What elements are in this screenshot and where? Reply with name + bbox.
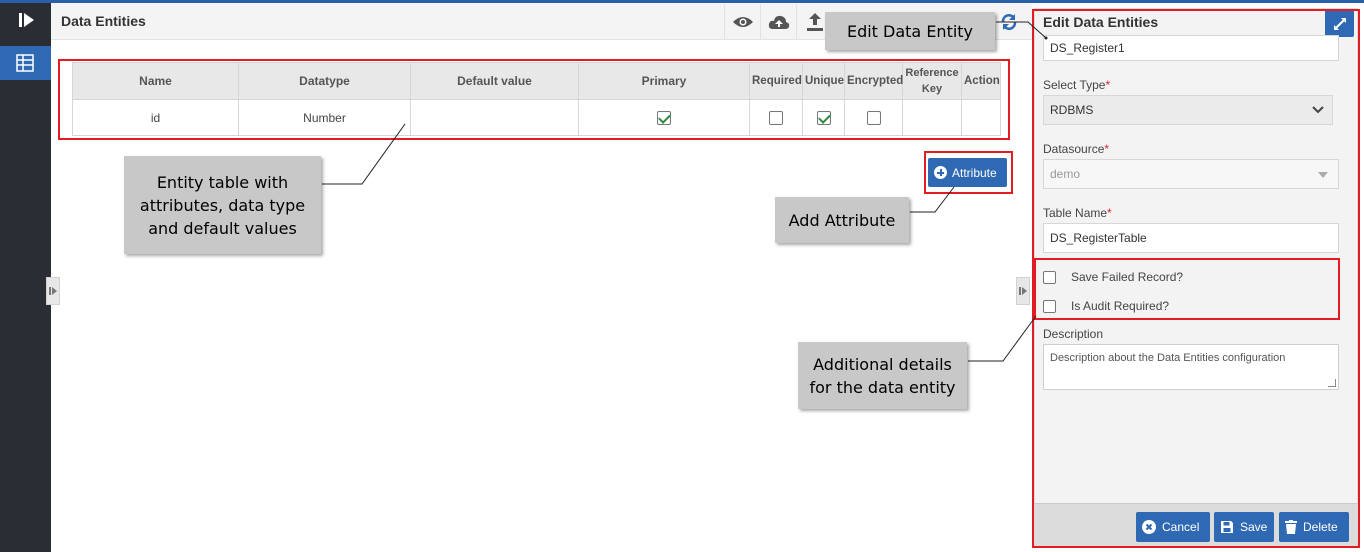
- save-failed-record-label: Save Failed Record?: [1071, 270, 1184, 284]
- save-failed-record-checkbox[interactable]: [1043, 271, 1056, 284]
- preview-button[interactable]: [724, 4, 760, 39]
- page-title: Data Entities: [61, 13, 146, 29]
- cell-default-value[interactable]: [410, 99, 579, 136]
- eye-icon: [732, 16, 753, 27]
- callout-add-attribute: Add Attribute: [775, 197, 909, 243]
- expand-right-icon: [49, 287, 57, 295]
- expand-right-icon: [1019, 287, 1027, 295]
- cell-encrypted: [844, 99, 903, 136]
- column-header-required[interactable]: Required: [749, 62, 803, 100]
- resize-handle-icon[interactable]: [1328, 379, 1336, 387]
- delete-button[interactable]: Delete: [1279, 512, 1349, 542]
- floppy-disk-icon: [1221, 521, 1233, 533]
- rail-item-data-entities[interactable]: [0, 46, 51, 80]
- app-logo-icon[interactable]: [14, 9, 38, 31]
- description-textarea[interactable]: Description about the Data Entities conf…: [1043, 344, 1339, 390]
- column-header-reference-key[interactable]: Reference Key: [902, 62, 962, 100]
- datasource-label: Datasource*: [1043, 142, 1110, 156]
- plus-circle-icon: [934, 166, 947, 179]
- save-button[interactable]: Save: [1214, 512, 1274, 542]
- cell-reference-key[interactable]: [902, 99, 962, 136]
- chevron-down-icon: [1312, 106, 1324, 114]
- column-header-encrypted[interactable]: Encrypted: [844, 62, 903, 100]
- unique-checkbox[interactable]: [816, 110, 831, 125]
- cell-name[interactable]: id: [72, 99, 239, 136]
- audit-required-checkbox[interactable]: [1043, 300, 1056, 313]
- expand-arrows-icon: [1333, 17, 1346, 30]
- table-row[interactable]: id Number: [72, 99, 1001, 136]
- description-label: Description: [1043, 327, 1104, 341]
- cell-datatype[interactable]: Number: [238, 99, 411, 136]
- left-rail: [0, 3, 51, 552]
- maximize-button[interactable]: [1325, 10, 1354, 37]
- cloud-upload-icon: [768, 15, 789, 29]
- cell-primary: [578, 99, 750, 136]
- required-checkbox[interactable]: [769, 110, 783, 125]
- select-type-label: Select Type*: [1043, 78, 1111, 92]
- column-header-default-value[interactable]: Default value: [410, 62, 579, 100]
- cloud-upload-button[interactable]: [760, 4, 796, 39]
- panel-footer: Cancel Save Delete: [1035, 503, 1357, 547]
- cell-required: [749, 99, 803, 136]
- entity-table: Name Datatype Default value Primary Requ…: [72, 62, 1001, 136]
- encrypted-checkbox[interactable]: [866, 110, 881, 125]
- add-attribute-button[interactable]: Attribute: [928, 158, 1007, 187]
- table-name-label: Table Name*: [1043, 206, 1112, 220]
- callout-edit-data-entity: Edit Data Entity: [825, 12, 995, 50]
- column-header-action[interactable]: Action: [961, 62, 1001, 100]
- column-header-name[interactable]: Name: [72, 62, 239, 100]
- datasource-dropdown[interactable]: demo: [1043, 159, 1339, 189]
- add-attribute-label: Attribute: [952, 165, 997, 180]
- cell-unique: [802, 99, 845, 136]
- cancel-button[interactable]: Cancel: [1136, 512, 1210, 542]
- close-circle-icon: [1142, 520, 1156, 534]
- column-header-primary[interactable]: Primary: [578, 62, 750, 100]
- upload-icon: [806, 12, 823, 31]
- column-header-datatype[interactable]: Datatype: [238, 62, 411, 100]
- trash-icon: [1285, 520, 1297, 534]
- callout-additional-details: Additional details for the data entity: [798, 342, 967, 409]
- sync-icon: [1001, 13, 1017, 30]
- sync-button[interactable]: [996, 4, 1022, 39]
- entity-name-input[interactable]: DS_Register1: [1043, 35, 1339, 61]
- caret-down-icon: [1318, 172, 1328, 178]
- table-icon: [16, 54, 34, 72]
- panel-title: Edit Data Entities: [1043, 14, 1159, 30]
- callout-entity-table: Entity table with attributes, data type …: [124, 156, 321, 254]
- left-collapse-toggle[interactable]: [46, 277, 60, 305]
- column-header-unique[interactable]: Unique: [802, 62, 845, 100]
- primary-checkbox[interactable]: [657, 110, 671, 125]
- cell-action[interactable]: [961, 99, 1001, 136]
- edit-data-entities-panel: Edit Data Entities DS_Register1 Select T…: [1034, 8, 1358, 548]
- audit-required-label: Is Audit Required?: [1071, 299, 1170, 313]
- select-type-dropdown[interactable]: RDBMS: [1043, 95, 1333, 125]
- right-collapse-toggle[interactable]: [1016, 277, 1030, 305]
- table-name-input[interactable]: DS_RegisterTable: [1043, 223, 1339, 253]
- table-header-row: Name Datatype Default value Primary Requ…: [72, 62, 1001, 100]
